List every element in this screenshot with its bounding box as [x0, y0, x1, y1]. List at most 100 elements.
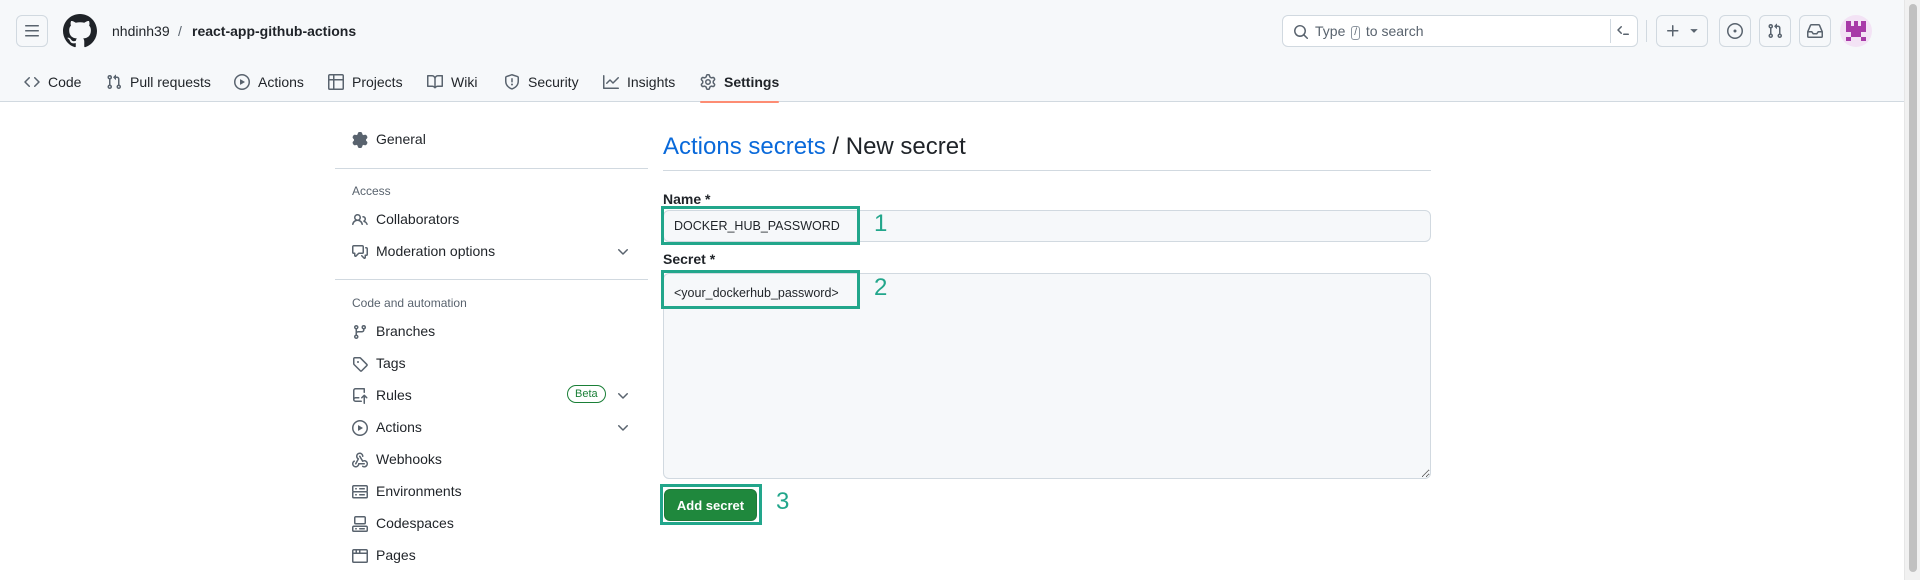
- book-icon: [427, 74, 443, 89]
- sidebar-item-label: Collaborators: [376, 211, 460, 227]
- sidebar-item-codespaces[interactable]: Codespaces: [335, 510, 640, 538]
- user-avatar[interactable]: [1840, 15, 1872, 47]
- search-placeholder: Type / to search: [1315, 23, 1424, 40]
- sidebar-item-label: Actions: [376, 419, 422, 435]
- beta-badge: Beta: [567, 385, 606, 403]
- sidebar-item-label: Environments: [376, 483, 462, 499]
- scrollbar-thumb[interactable]: [1909, 4, 1917, 572]
- sidebar-item-label: Codespaces: [376, 515, 454, 531]
- sidebar-item-label: Tags: [376, 355, 406, 371]
- tab-insights[interactable]: Insights: [603, 62, 675, 102]
- sidebar-item-label: Branches: [376, 323, 436, 339]
- issue-opened-icon: [1727, 23, 1743, 39]
- annotation-box-1: [661, 206, 860, 245]
- server-icon: [352, 485, 368, 499]
- tab-label: Wiki: [451, 74, 478, 90]
- webhook-icon: [352, 452, 368, 468]
- page-title-rest: / New secret: [825, 133, 966, 160]
- table-icon: [328, 74, 344, 90]
- sidebar-heading-code-automation: Code and automation: [352, 296, 467, 310]
- comment-discussion-icon: [352, 245, 368, 259]
- chevron-down-icon: [618, 425, 628, 431]
- name-field-label: Name *: [663, 191, 711, 207]
- vertical-scrollbar[interactable]: [1904, 0, 1920, 580]
- code-icon: [24, 76, 40, 88]
- app-header: nhdinh39 / react-app-github-actions Type…: [0, 0, 1904, 103]
- breadcrumb-owner[interactable]: nhdinh39: [112, 22, 170, 40]
- tab-label: Security: [528, 74, 579, 90]
- annotation-number-3: 3: [776, 488, 790, 515]
- codespaces-icon: [352, 516, 368, 532]
- avatar-identicon-icon: [1846, 21, 1866, 41]
- page-title: Actions secrets / New secret: [663, 132, 966, 162]
- tab-label: Code: [48, 74, 82, 90]
- search-icon: [1294, 25, 1309, 40]
- annotation-number-2: 2: [874, 274, 888, 301]
- top-bar: nhdinh39 / react-app-github-actions Type…: [0, 0, 1904, 62]
- sidebar-item-environments[interactable]: Environments: [335, 478, 640, 506]
- tab-pull-requests[interactable]: Pull requests: [106, 62, 211, 102]
- sidebar-item-label: Webhooks: [376, 451, 442, 467]
- header-divider: [1646, 20, 1647, 42]
- sidebar-item-actions[interactable]: Actions: [335, 414, 640, 442]
- sidebar-item-tags[interactable]: Tags: [335, 350, 640, 378]
- sidebar-item-label: Rules: [376, 387, 412, 403]
- command-palette-button[interactable]: [1610, 19, 1636, 43]
- graph-icon: [603, 75, 619, 89]
- sidebar-item-label: General: [376, 131, 426, 147]
- search-input[interactable]: Type / to search: [1282, 15, 1638, 47]
- breadcrumb-separator: /: [178, 23, 182, 39]
- git-branch-icon: [353, 325, 366, 340]
- tab-label: Settings: [724, 74, 780, 90]
- annotation-number-1: 1: [874, 210, 888, 237]
- play-icon: [352, 420, 368, 436]
- inbox-icon: [1807, 24, 1823, 38]
- secret-field-label: Secret *: [663, 251, 716, 267]
- actions-secrets-link[interactable]: Actions secrets: [663, 133, 826, 160]
- repo-push-icon: [353, 388, 368, 404]
- chevron-down-icon: [618, 393, 628, 399]
- sidebar-item-branches[interactable]: Branches: [335, 318, 640, 346]
- create-new-button[interactable]: [1656, 15, 1708, 47]
- tag-icon: [353, 357, 368, 372]
- repo-navigation: Code Pull requests Actions Projects Wiki…: [0, 62, 1904, 103]
- sidebar-item-collaborators[interactable]: Collaborators: [335, 206, 640, 234]
- sidebar-item-pages[interactable]: Pages: [335, 542, 640, 570]
- breadcrumb-repo[interactable]: react-app-github-actions: [192, 22, 356, 40]
- tab-projects[interactable]: Projects: [328, 62, 403, 102]
- plus-icon: [1667, 25, 1679, 37]
- gear-icon: [700, 74, 716, 90]
- annotation-box-3: [660, 484, 762, 525]
- github-logo-icon[interactable]: [63, 14, 97, 48]
- sidebar-item-rules[interactable]: Rules Beta: [335, 382, 640, 410]
- play-icon: [234, 74, 250, 90]
- sidebar-item-webhooks[interactable]: Webhooks: [335, 446, 640, 474]
- tab-label: Insights: [627, 74, 676, 90]
- shield-icon: [505, 74, 519, 90]
- sidebar-item-moderation[interactable]: Moderation options: [335, 238, 640, 266]
- gear-icon: [352, 132, 368, 148]
- tab-label: Actions: [258, 74, 304, 90]
- tab-label: Pull requests: [130, 74, 211, 90]
- sidebar-item-general[interactable]: General: [335, 126, 640, 154]
- git-pull-request-icon: [107, 74, 122, 90]
- tab-security[interactable]: Security: [504, 62, 579, 102]
- tab-code[interactable]: Code: [24, 62, 81, 102]
- chevron-down-icon: [618, 249, 628, 255]
- sidebar-item-label: Pages: [376, 547, 416, 563]
- tab-wiki[interactable]: Wiki: [427, 62, 477, 102]
- hamburger-menu-button[interactable]: [16, 15, 48, 47]
- tab-actions[interactable]: Actions: [234, 62, 304, 102]
- sidebar-divider: [335, 279, 648, 280]
- hamburger-icon: [25, 25, 39, 37]
- sidebar-heading-access: Access: [352, 184, 391, 198]
- people-icon: [352, 213, 368, 226]
- tab-settings[interactable]: Settings: [700, 62, 780, 103]
- sidebar-divider: [335, 168, 648, 169]
- terminal-icon: [1616, 26, 1629, 35]
- title-divider: [663, 170, 1431, 171]
- pull-requests-button[interactable]: [1759, 15, 1791, 47]
- browser-icon: [352, 549, 368, 563]
- issues-button[interactable]: [1719, 15, 1751, 47]
- inbox-button[interactable]: [1799, 15, 1831, 47]
